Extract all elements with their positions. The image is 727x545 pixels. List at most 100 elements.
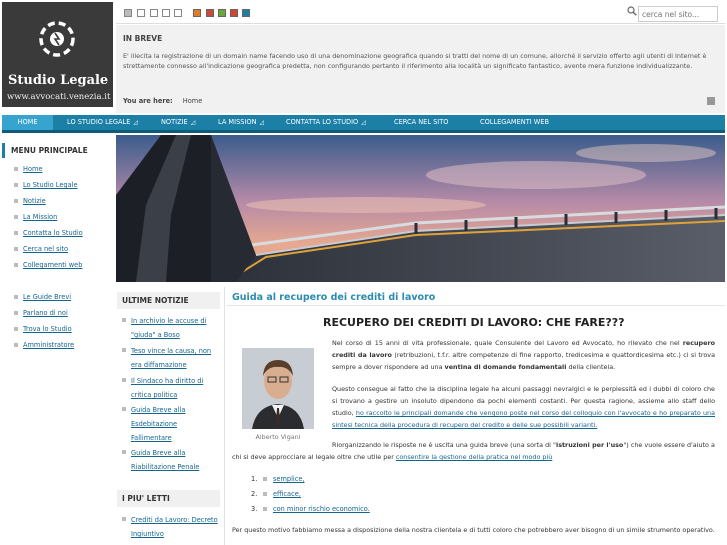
sidebar-item-lo-studio-legale[interactable]: Lo Studio Legale [2,177,113,193]
bullet-icon [14,199,18,203]
bullet-icon [263,476,267,481]
color-blue-swatch[interactable] [242,9,250,17]
bullet-icon [122,348,126,352]
nav-contatta-lo-studio[interactable]: CONTATTA LO STUDIO ◿ [286,115,366,130]
article-divider [226,305,725,306]
news-item-link[interactable]: Il Sindaco ha diritto di critica politic… [131,374,219,402]
secondary-menu-list: Le Guide Brevi Parlano di noi Trova lo S… [2,289,113,353]
search-icon[interactable] [627,6,637,16]
nav-la-mission-label: LA MISSION [218,118,257,126]
submenu-arrow-icon: ◿ [133,119,138,126]
sidebar-item-label: Cerca nel sito [23,245,69,253]
bullet-icon [122,318,126,322]
sidebar-item-guide-brevi[interactable]: Le Guide Brevi [2,289,113,305]
sidebar-item-amministratore[interactable]: Amministratore [2,337,113,353]
color-green-swatch[interactable] [218,9,226,17]
column-divider [224,287,225,545]
list-link[interactable]: semplice, [273,475,305,483]
site-logo[interactable]: Studio Legale www.avvocati.venezia.it [2,2,113,107]
sidebar-item-label: Notizie [23,197,46,205]
latest-news-title: ULTIME NOTIZIE [117,292,220,309]
main-navbar: HOME LO STUDIO LEGALE ◿ NOTIZIE ◿ LA MISSI… [2,115,725,133]
breadcrumb: You are here: Home [123,97,202,105]
nav-notizie[interactable]: NOTIZIE ◿ [161,115,195,130]
bullet-icon [122,517,126,521]
sidebar-item-label: Collegamenti web [23,261,83,269]
bullet-icon [14,167,18,171]
sidebar-item-label: La Mission [23,213,58,221]
bullet-icon [263,506,267,511]
sidebar-item-home[interactable]: Home [2,161,113,177]
news-item-link[interactable]: Guida Breve alla Esdebitazione Falliment… [131,403,219,445]
bullet-icon [14,215,18,219]
most-read-link[interactable]: Crediti da Lavoro: Decreto Ingiuntivo [131,513,219,541]
nav-contatta-label: CONTATTA LO STUDIO [286,118,359,126]
nav-la-mission[interactable]: LA MISSION ◿ [218,115,264,130]
text-link[interactable]: consentire la gestione della pratica nel… [396,453,552,461]
nav-lo-studio-legale[interactable]: LO STUDIO LEGALE ◿ [67,115,138,130]
bullet-icon [14,231,18,235]
submenu-arrow-icon: ◿ [190,119,196,126]
article-paragraph-3: Riorganizzando le risposte ne è uscita u… [232,439,715,463]
color-crimson-swatch[interactable] [230,9,238,17]
list-number: 1. [251,475,258,483]
font-reset-icon[interactable] [162,9,170,17]
main-menu-title: MENU PRINCIPALE [2,143,113,158]
nav-collegamenti-web[interactable]: COLLEGAMENTI WEB [480,115,549,130]
submenu-arrow-icon: ◿ [259,119,265,126]
color-red-swatch[interactable] [206,9,214,17]
sidebar-item-trova-lo-studio[interactable]: Trova lo Studio [2,321,113,337]
top-toolbar [116,2,725,24]
nav-cerca-label: CERCA NEL SITO [394,118,449,126]
sidebar-item-cerca[interactable]: Cerca nel sito [2,241,113,257]
bridge-banner-image [116,135,725,282]
sidebar-item-label: Le Guide Brevi [23,293,72,301]
sidebar-item-label: Home [23,165,43,173]
sidebar-item-contatta[interactable]: Contatta lo Studio [2,225,113,241]
in-breve-text: E' illecita la registrazione di un domai… [123,52,707,70]
article-paragraph-1: Nel corso di 15 anni di vita professiona… [332,337,715,373]
search-input[interactable] [638,6,718,22]
article-paragraph-4: Per questo motivo fabbiamo messa a dispo… [232,526,715,534]
text-bold: istruzioni per l'uso [556,441,624,449]
bullet-icon [122,378,126,382]
nav-home[interactable]: HOME [2,115,53,130]
font-decrease-icon[interactable] [150,9,158,17]
news-item-link[interactable]: In archivio le accuse di "giuda" a Boso [131,314,219,342]
text-link[interactable]: ho raccolto le principali domande che ve… [332,409,715,429]
nav-collegamenti-label: COLLEGAMENTI WEB [480,118,549,126]
news-item-link[interactable]: Teso vince la causa, non era diffamazion… [131,344,219,372]
in-breve-title: IN BREVE [123,34,163,43]
bullet-icon [263,491,267,496]
sidebar-item-parlano-di-noi[interactable]: Parlano di noi [2,305,113,321]
list-number: 2. [251,490,258,498]
list-link[interactable]: efficace, [273,490,301,498]
bullet-icon [122,407,126,411]
bullet-icon [14,327,18,331]
layout-boxed-icon[interactable] [137,9,145,17]
nav-notizie-label: NOTIZIE [161,118,188,126]
bullet-icon [14,183,18,187]
font-increase-icon[interactable] [174,9,182,17]
text-span: Nel corso di 15 anni di vita professiona… [332,339,683,347]
submenu-arrow-icon: ◿ [361,119,366,126]
list-item: 2. efficace, [251,488,301,500]
most-read-title: I PIU' LETTI [117,490,220,507]
nav-cerca-nel-sito[interactable]: CERCA NEL SITO [394,115,448,130]
list-link[interactable]: con minor rischio economico. [273,505,370,513]
article-title[interactable]: Guida al recupero dei crediti di lavoro [232,292,435,303]
sidebar-item-la-mission[interactable]: La Mission [2,209,113,225]
sidebar-item-notizie[interactable]: Notizie [2,193,113,209]
sidebar-item-collegamenti[interactable]: Collegamenti web [2,257,113,273]
color-orange-swatch[interactable] [193,9,201,17]
text-span: della clientela. [566,363,616,371]
in-breve-box: IN BREVE E' illecita la registrazione di… [116,25,725,113]
news-item-link[interactable]: Guida Breve alla Riabilitazione Penale [131,446,219,474]
layout-wide-icon[interactable] [124,9,132,17]
logo-emblem-icon [39,21,75,57]
bullet-icon [122,450,126,454]
print-icon[interactable] [707,97,715,105]
bullet-icon [14,263,18,267]
sidebar-item-label: Lo Studio Legale [23,181,78,189]
breadcrumb-home[interactable]: Home [183,97,202,105]
